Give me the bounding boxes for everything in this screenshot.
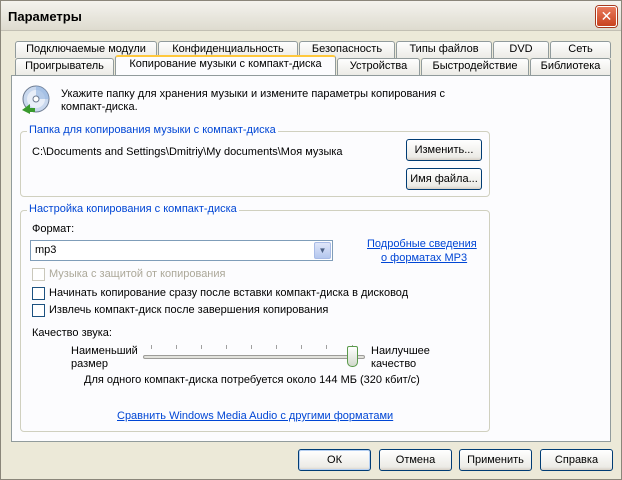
- window-title: Параметры: [8, 9, 82, 24]
- rip-folder-path: C:\Documents and Settings\Dmitriy\My doc…: [32, 146, 343, 158]
- tab-label: DVD: [509, 43, 533, 55]
- options-dialog: Параметры ✕ Подключаемые модули Конфиден…: [0, 0, 622, 480]
- slider-tick: [201, 345, 202, 349]
- title-bar: Параметры ✕: [1, 1, 621, 31]
- tab-label: Библиотека: [540, 60, 601, 72]
- tab-label: Типы файлов: [409, 43, 479, 55]
- tab-label: Сеть: [568, 43, 593, 55]
- tab-dvd[interactable]: DVD: [493, 41, 549, 58]
- tab-label: Проигрыватель: [25, 60, 104, 72]
- intro-text: Укажите папку для хранения музыки и изме…: [61, 88, 446, 113]
- tab-library[interactable]: Библиотека: [530, 58, 611, 75]
- cd-icon: [22, 85, 50, 114]
- change-folder-button[interactable]: Изменить...: [406, 139, 482, 161]
- tab-performance[interactable]: Быстродействие: [421, 58, 529, 75]
- auto-rip-label[interactable]: Начинать копирование сразу после вставки…: [49, 287, 408, 299]
- tab-player[interactable]: Проигрыватель: [15, 58, 114, 75]
- button-label: Применить: [467, 454, 524, 466]
- apply-button[interactable]: Применить: [459, 449, 532, 471]
- file-name-button[interactable]: Имя файла...: [406, 168, 482, 190]
- smallest-size-label-line2: размер: [71, 358, 108, 370]
- slider-tick: [276, 345, 277, 349]
- button-label: Отмена: [395, 454, 436, 466]
- button-label: ОК: [327, 454, 342, 466]
- tab-label: Устройства: [349, 60, 408, 72]
- eject-label[interactable]: Извлечь компакт-диск после завершения ко…: [49, 304, 328, 316]
- format-value: mp3: [35, 244, 57, 256]
- format-select[interactable]: mp3 ▼: [30, 240, 333, 261]
- format-info-link-line1[interactable]: Подробные сведения: [367, 238, 477, 250]
- slider-tick: [301, 345, 302, 349]
- copy-protect-checkbox[interactable]: [32, 268, 45, 281]
- tab-rip-music[interactable]: Копирование музыки с компакт-диска: [115, 55, 336, 75]
- format-label: Формат:: [32, 223, 75, 235]
- best-quality-label-line2: качество: [371, 358, 417, 370]
- copy-protect-label: Музыка с защитой от копирования: [49, 268, 226, 280]
- tab-label: Безопасность: [311, 43, 383, 55]
- ok-button[interactable]: ОК: [298, 449, 371, 471]
- rip-settings-group-title: Настройка копирования с компакт-диска: [27, 203, 239, 215]
- chevron-down-icon[interactable]: ▼: [314, 242, 331, 259]
- compare-formats-link[interactable]: Сравнить Windows Media Audio с другими ф…: [117, 410, 393, 422]
- slider-tick: [251, 345, 252, 349]
- slider-tick: [226, 345, 227, 349]
- smallest-size-label-line1: Наименьший: [71, 345, 138, 357]
- slider-tick: [151, 345, 152, 349]
- tab-label: Копирование музыки с компакт-диска: [129, 58, 322, 70]
- quality-slider-thumb[interactable]: [347, 346, 358, 367]
- slider-tick: [326, 345, 327, 349]
- help-button[interactable]: Справка: [540, 449, 613, 471]
- best-quality-label-line1: Наилучшее: [371, 345, 430, 357]
- tab-label: Конфиденциальность: [172, 43, 284, 55]
- tab-devices[interactable]: Устройства: [337, 58, 420, 75]
- tab-network[interactable]: Сеть: [550, 41, 611, 58]
- quality-slider-track[interactable]: [143, 355, 365, 359]
- close-icon: ✕: [600, 8, 613, 24]
- rip-folder-group-title: Папка для копирования музыки с компакт-д…: [27, 124, 278, 136]
- tab-label: Подключаемые модули: [26, 43, 146, 55]
- cancel-button[interactable]: Отмена: [379, 449, 452, 471]
- eject-checkbox[interactable]: [32, 304, 45, 317]
- tab-label: Быстродействие: [432, 60, 518, 72]
- close-button[interactable]: ✕: [596, 6, 617, 27]
- button-label: Справка: [554, 454, 599, 466]
- slider-tick: [176, 345, 177, 349]
- tab-file-types[interactable]: Типы файлов: [396, 41, 492, 58]
- size-estimate-text: Для одного компакт-диска потребуется око…: [84, 374, 420, 386]
- quality-label: Качество звука:: [32, 327, 112, 339]
- button-label: Изменить...: [414, 144, 474, 156]
- button-label: Имя файла...: [410, 173, 478, 185]
- format-info-link-line2[interactable]: о форматах MP3: [381, 252, 467, 264]
- auto-rip-checkbox[interactable]: [32, 287, 45, 300]
